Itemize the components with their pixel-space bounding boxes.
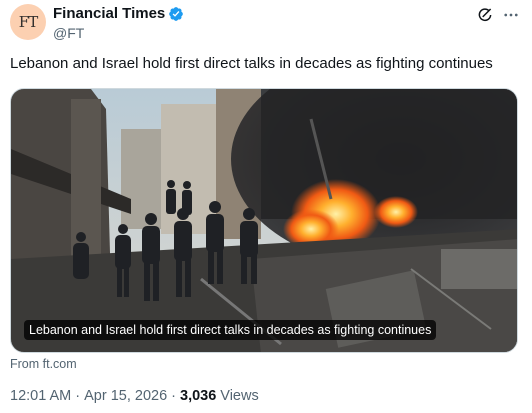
link-source[interactable]: From ft.com	[10, 357, 77, 371]
verified-badge-icon	[169, 7, 184, 21]
meta-separator: ·	[75, 388, 81, 404]
meta-separator-2: ·	[171, 388, 176, 404]
handle[interactable]: @FT	[53, 24, 184, 42]
post-date[interactable]: Apr 15, 2026	[84, 388, 167, 404]
post-time[interactable]: 12:01 AM	[10, 388, 71, 404]
avatar[interactable]: FT	[10, 4, 46, 40]
views-count: 3,036	[180, 388, 217, 404]
media-caption: Lebanon and Israel hold first direct tal…	[24, 320, 437, 340]
media-card[interactable]: Lebanon and Israel hold first direct tal…	[10, 88, 518, 353]
views-label: Views	[220, 388, 259, 404]
grok-icon[interactable]	[476, 6, 494, 24]
display-name[interactable]: Financial Times	[53, 5, 165, 23]
tweet-text: Lebanon and Israel hold first direct tal…	[10, 55, 493, 72]
avatar-logo-text: FT	[18, 13, 38, 31]
author-names: Financial Times @FT	[53, 5, 184, 42]
more-options-icon[interactable]	[502, 6, 520, 24]
tweet-header: FT Financial Times @FT	[10, 4, 522, 44]
tweet-meta: 12:01 AM · Apr 15, 2026 · 3,036 Views	[10, 388, 259, 404]
news-photo-fire-scene	[11, 89, 517, 352]
